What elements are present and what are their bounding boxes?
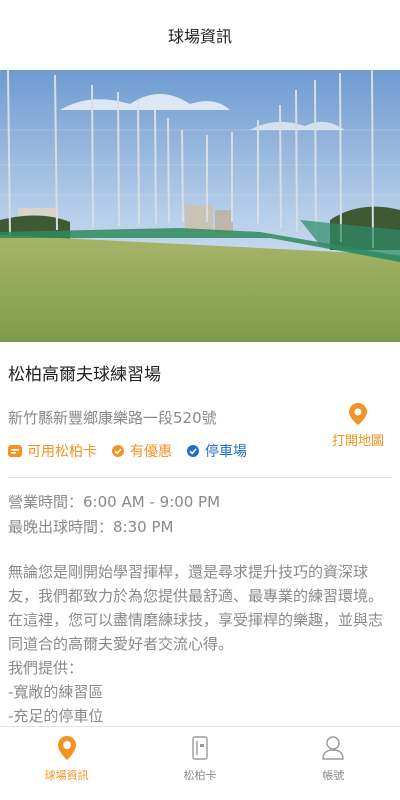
venue-name: 松柏高爾夫球練習場 xyxy=(8,365,161,385)
map-pin-icon xyxy=(348,403,367,425)
address-row: 新竹縣新豐鄉康樂路一段520號 打開地圖 可用松柏卡 有優惠 停車場 xyxy=(8,403,392,467)
open-map-button[interactable]: 打開地圖 xyxy=(332,403,384,449)
card-icon xyxy=(192,736,208,760)
open-map-label: 打開地圖 xyxy=(331,434,384,449)
tab-label: 松柏卡 xyxy=(183,769,217,782)
tab-label: 球場資訊 xyxy=(44,769,89,782)
divider xyxy=(8,477,392,478)
tag-label: 停車場 xyxy=(205,444,247,460)
venue-description: 無論您是剛開始學習揮桿，還是尋求提升技巧的資深球友，我們都致力於為您提供最舒適、… xyxy=(8,560,392,726)
business-hours: 營業時間：6:00 AM - 9:00 PM xyxy=(8,493,221,511)
tab-account[interactable]: 帳號 xyxy=(267,727,400,800)
tag-label: 有優惠 xyxy=(130,444,172,460)
check-icon xyxy=(187,445,199,457)
app-header: 球場資訊 xyxy=(0,0,400,70)
offer-item: -充足的停車位 xyxy=(8,707,104,725)
tag-discount: 有優惠 xyxy=(111,441,172,461)
card-icon xyxy=(8,445,22,457)
tab-label: 帳號 xyxy=(322,769,345,782)
tag-label: 可用松柏卡 xyxy=(27,444,97,460)
venue-details: 松柏高爾夫球練習場 新竹縣新豐鄉康樂路一段520號 打開地圖 可用松柏卡 有優惠… xyxy=(0,342,400,726)
driving-range-photo xyxy=(0,70,400,342)
description-paragraph: 無論您是剛開始學習揮桿，還是尋求提升技巧的資深球友，我們都致力於為您提供最舒適、… xyxy=(8,563,384,653)
offer-item: -寬敞的練習區 xyxy=(8,683,104,701)
offer-title: 我們提供： xyxy=(8,659,84,677)
page-title: 球場資訊 xyxy=(167,27,232,46)
tag-parking: 停車場 xyxy=(186,441,247,461)
opening-hours: 營業時間：6:00 AM - 9:00 PM 最晚出球時間：8:30 PM xyxy=(8,490,392,540)
check-icon xyxy=(112,445,124,457)
user-icon xyxy=(322,736,345,760)
hero-image xyxy=(0,70,400,342)
bottom-tab-bar: 球場資訊 松柏卡 帳號 xyxy=(0,726,400,800)
tab-songbai-card[interactable]: 松柏卡 xyxy=(133,727,266,800)
feature-tags: 可用松柏卡 有優惠 停車場 xyxy=(8,441,261,461)
last-tee-time: 最晚出球時間：8:30 PM xyxy=(8,518,174,536)
tab-venue-info[interactable]: 球場資訊 xyxy=(0,727,133,800)
map-pin-icon xyxy=(57,736,76,760)
tag-songbai-card: 可用松柏卡 xyxy=(8,441,97,461)
